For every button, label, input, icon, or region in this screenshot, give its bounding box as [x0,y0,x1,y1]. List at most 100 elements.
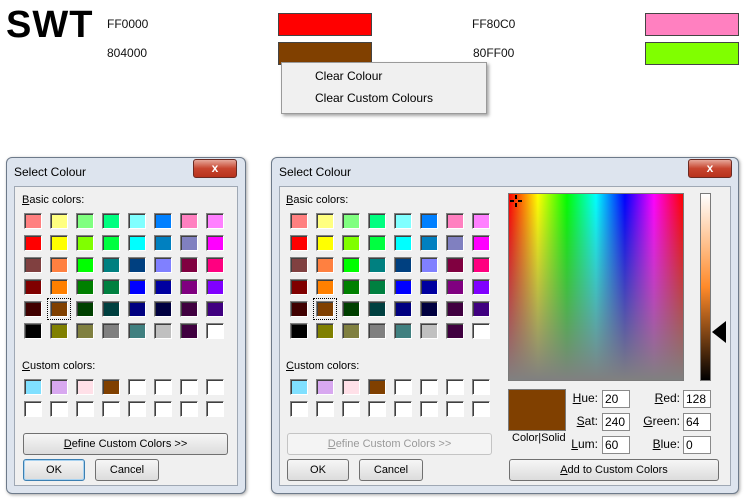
color-cell[interactable] [180,235,198,251]
color-cell[interactable] [290,301,308,317]
color-cell[interactable] [420,213,438,229]
color-cell[interactable] [342,323,360,339]
color-cell[interactable] [24,279,42,295]
color-cell[interactable] [102,301,120,317]
color-cell[interactable] [472,279,490,295]
color-cell[interactable] [290,323,308,339]
color-cell[interactable] [128,235,146,251]
ok-button[interactable]: OK [287,459,349,481]
color-cell[interactable] [128,301,146,317]
color-cell[interactable] [206,323,224,339]
color-cell[interactable] [420,257,438,273]
color-cell[interactable] [102,279,120,295]
color-cell[interactable] [154,323,172,339]
color-cell[interactable] [154,301,172,317]
color-cell[interactable] [342,401,360,417]
color-cell[interactable] [316,323,334,339]
color-cell[interactable] [446,379,464,395]
color-spectrum[interactable] [508,193,684,381]
color-cell[interactable] [206,235,224,251]
hue-field[interactable]: 20 [602,390,630,408]
menu-item-clear-custom-colours[interactable]: Clear Custom Colours [315,91,433,105]
color-cell[interactable] [154,279,172,295]
color-cell[interactable] [472,213,490,229]
color-cell[interactable] [472,323,490,339]
color-cell[interactable] [128,279,146,295]
color-cell[interactable] [446,213,464,229]
color-cell[interactable] [394,279,412,295]
sat-field[interactable]: 240 [602,413,630,431]
green-field[interactable]: 64 [683,413,711,431]
color-cell[interactable] [154,235,172,251]
color-cell[interactable] [206,379,224,395]
color-cell[interactable] [446,301,464,317]
color-cell[interactable] [368,279,386,295]
close-button[interactable]: x [193,159,237,178]
color-cell[interactable] [154,379,172,395]
lum-field[interactable]: 60 [602,436,630,454]
color-swatch-bar[interactable] [645,13,739,36]
cancel-button[interactable]: Cancel [359,459,423,481]
color-cell[interactable] [446,279,464,295]
color-cell[interactable] [446,235,464,251]
color-cell[interactable] [24,257,42,273]
close-button[interactable]: x [688,159,732,178]
color-cell[interactable] [472,379,490,395]
color-cell[interactable] [180,323,198,339]
menu-item-clear-colour[interactable]: Clear Colour [315,69,382,83]
color-cell[interactable] [368,379,386,395]
color-cell[interactable] [50,213,68,229]
color-cell[interactable] [206,257,224,273]
color-cell[interactable] [180,379,198,395]
cancel-button[interactable]: Cancel [95,459,159,481]
color-cell[interactable] [420,235,438,251]
color-cell[interactable] [368,257,386,273]
color-cell[interactable] [394,401,412,417]
color-cell[interactable] [446,257,464,273]
color-cell[interactable] [290,379,308,395]
color-cell[interactable] [180,279,198,295]
color-cell[interactable] [420,401,438,417]
color-cell[interactable] [316,257,334,273]
color-cell[interactable] [50,279,68,295]
color-cell[interactable] [420,323,438,339]
color-cell[interactable] [180,401,198,417]
color-cell[interactable] [180,257,198,273]
color-cell[interactable] [128,379,146,395]
color-cell[interactable] [290,279,308,295]
ok-button[interactable]: OK [23,459,85,481]
color-cell[interactable] [472,257,490,273]
color-cell[interactable] [24,379,42,395]
color-cell[interactable] [50,401,68,417]
color-cell[interactable] [128,257,146,273]
color-cell[interactable] [446,401,464,417]
color-cell[interactable] [47,298,71,320]
color-cell[interactable] [290,235,308,251]
color-cell[interactable] [154,401,172,417]
color-swatch-bar[interactable] [645,42,739,65]
color-cell[interactable] [316,401,334,417]
color-cell[interactable] [76,301,94,317]
red-field[interactable]: 128 [683,390,711,408]
color-cell[interactable] [76,213,94,229]
color-cell[interactable] [394,379,412,395]
color-cell[interactable] [316,279,334,295]
color-cell[interactable] [316,379,334,395]
color-cell[interactable] [342,257,360,273]
color-cell[interactable] [180,213,198,229]
color-cell[interactable] [180,301,198,317]
color-cell[interactable] [472,401,490,417]
color-cell[interactable] [368,401,386,417]
color-cell[interactable] [128,213,146,229]
color-cell[interactable] [313,298,337,320]
color-cell[interactable] [206,213,224,229]
color-cell[interactable] [368,213,386,229]
color-cell[interactable] [446,323,464,339]
color-cell[interactable] [76,257,94,273]
luminance-arrow-icon[interactable] [712,321,726,343]
luminance-slider[interactable] [700,193,711,381]
color-cell[interactable] [394,235,412,251]
color-cell[interactable] [102,323,120,339]
blue-field[interactable]: 0 [683,436,711,454]
color-cell[interactable] [342,279,360,295]
